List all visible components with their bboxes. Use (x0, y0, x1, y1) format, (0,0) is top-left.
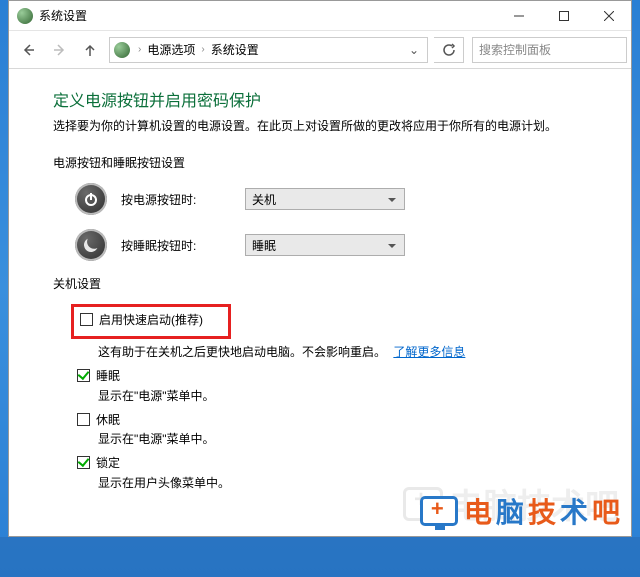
address-dropdown-icon[interactable]: ⌄ (405, 43, 423, 57)
sleep-button-label: 按睡眠按钮时: (121, 237, 231, 254)
sleep-button-row: 按睡眠按钮时: 睡眠 (75, 229, 603, 261)
learn-more-link[interactable]: 了解更多信息 (393, 345, 465, 359)
brand-overlay: 电 脑 技 术 吧 (420, 491, 620, 531)
back-button[interactable] (13, 35, 43, 65)
hibernate-checkbox[interactable] (77, 413, 90, 426)
content-area: 定义电源按钮并启用密码保护 选择要为你的计算机设置的电源设置。在此页上对设置所做… (9, 69, 631, 536)
option-sleep-row: 睡眠 (77, 368, 603, 385)
power-button-select[interactable]: 关机 (245, 188, 405, 210)
address-bar[interactable]: › 电源选项 › 系统设置 ⌄ (109, 37, 428, 63)
section-header-shutdown: 关机设置 (53, 275, 603, 292)
sleep-button-select[interactable]: 睡眠 (245, 234, 405, 256)
taskbar (0, 537, 640, 577)
monitor-icon (420, 496, 458, 526)
titlebar: 系统设置 (9, 1, 631, 31)
up-button[interactable] (77, 35, 103, 65)
sleep-label: 睡眠 (96, 368, 120, 385)
hibernate-desc: 显示在"电源"菜单中。 (98, 430, 603, 447)
app-icon (17, 8, 33, 24)
settings-window: 系统设置 › 电源选项 › 系统设置 (8, 0, 632, 537)
power-icon (75, 183, 107, 215)
page-description: 选择要为你的计算机设置的电源设置。在此页上对设置所做的更改将应用于你所有的电源计… (53, 117, 603, 134)
address-icon (114, 42, 130, 58)
chevron-right-icon: › (197, 44, 208, 55)
fast-startup-checkbox[interactable] (80, 313, 93, 326)
power-button-row: 按电源按钮时: 关机 (75, 183, 603, 215)
option-lock-row: 锁定 (77, 455, 603, 472)
forward-button[interactable] (45, 35, 75, 65)
chevron-right-icon: › (134, 44, 145, 55)
search-input[interactable]: 搜索控制面板 (472, 37, 627, 63)
toolbar: › 电源选项 › 系统设置 ⌄ 搜索控制面板 (9, 31, 631, 69)
page-title: 定义电源按钮并启用密码保护 (53, 87, 603, 111)
window-title: 系统设置 (39, 7, 496, 24)
option-hibernate-row: 休眠 (77, 412, 603, 429)
fast-startup-row: 启用快速启动(推荐) (80, 312, 222, 329)
lock-label: 锁定 (96, 455, 120, 472)
highlight-box: 启用快速启动(推荐) (71, 304, 231, 339)
sleep-desc: 显示在"电源"菜单中。 (98, 387, 603, 404)
fast-startup-desc: 这有助于在关机之后更快地启动电脑。不会影响重启。 了解更多信息 (98, 343, 603, 360)
close-button[interactable] (586, 1, 631, 31)
lock-checkbox[interactable] (77, 456, 90, 469)
refresh-button[interactable] (434, 37, 464, 63)
minimize-button[interactable] (496, 1, 541, 31)
fast-startup-label: 启用快速启动(推荐) (99, 312, 203, 329)
breadcrumb-item[interactable]: 系统设置 (209, 41, 261, 58)
hibernate-label: 休眠 (96, 412, 120, 429)
moon-icon (75, 229, 107, 261)
power-button-label: 按电源按钮时: (121, 191, 231, 208)
sleep-checkbox[interactable] (77, 369, 90, 382)
shutdown-section: 关机设置 启用快速启动(推荐) 这有助于在关机之后更快地启动电脑。不会影响重启。… (53, 275, 603, 491)
window-controls (496, 1, 631, 31)
section-header-buttons: 电源按钮和睡眠按钮设置 (53, 154, 603, 171)
search-placeholder: 搜索控制面板 (479, 41, 551, 58)
breadcrumb-item[interactable]: 电源选项 (145, 41, 197, 58)
maximize-button[interactable] (541, 1, 586, 31)
